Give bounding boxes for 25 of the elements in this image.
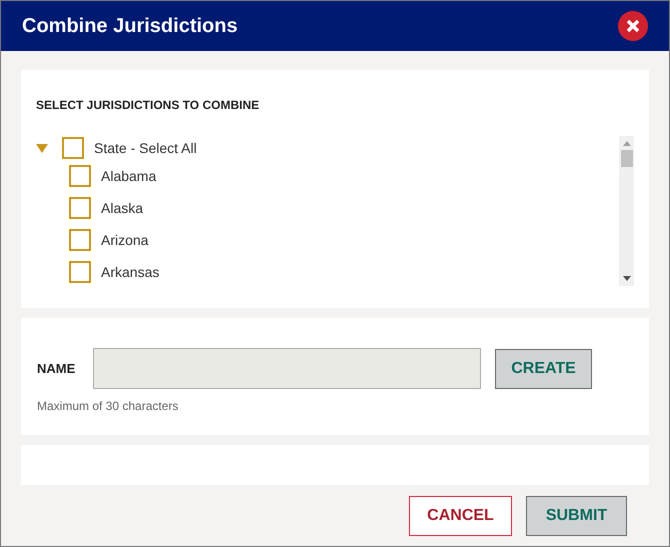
scrollbar[interactable] bbox=[619, 136, 634, 286]
tree-item-label: Arkansas bbox=[101, 262, 160, 282]
checkbox[interactable] bbox=[69, 229, 91, 251]
scroll-up-icon[interactable] bbox=[622, 141, 630, 146]
tree-item-label: State - Select All bbox=[94, 138, 197, 158]
name-label: NAME bbox=[37, 360, 76, 378]
checkbox[interactable] bbox=[69, 261, 91, 283]
name-input-field[interactable] bbox=[93, 348, 481, 389]
hint-text: Maximum of 30 characters bbox=[37, 398, 180, 415]
checkbox[interactable] bbox=[62, 137, 84, 159]
checkbox[interactable] bbox=[69, 197, 91, 219]
checkbox[interactable] bbox=[69, 165, 91, 187]
cancel-button[interactable]: CANCEL bbox=[409, 496, 512, 536]
create-button[interactable]: CREATE bbox=[495, 348, 592, 388]
close-button[interactable] bbox=[618, 11, 648, 41]
scroll-thumb[interactable] bbox=[620, 150, 632, 167]
tree-item-label: Alabama bbox=[101, 166, 156, 186]
caret-icon bbox=[36, 144, 48, 152]
tree-item-label: Arizona bbox=[101, 230, 148, 250]
close-icon bbox=[626, 19, 640, 33]
submit-button[interactable]: SUBMIT bbox=[526, 496, 627, 536]
tree-item-label: Alaska bbox=[101, 198, 144, 218]
scroll-down-icon[interactable] bbox=[622, 276, 630, 281]
window-title: Combine Jurisdictions bbox=[22, 14, 238, 39]
section-heading: SELECT JURISDICTIONS TO COMBINE bbox=[36, 97, 260, 114]
